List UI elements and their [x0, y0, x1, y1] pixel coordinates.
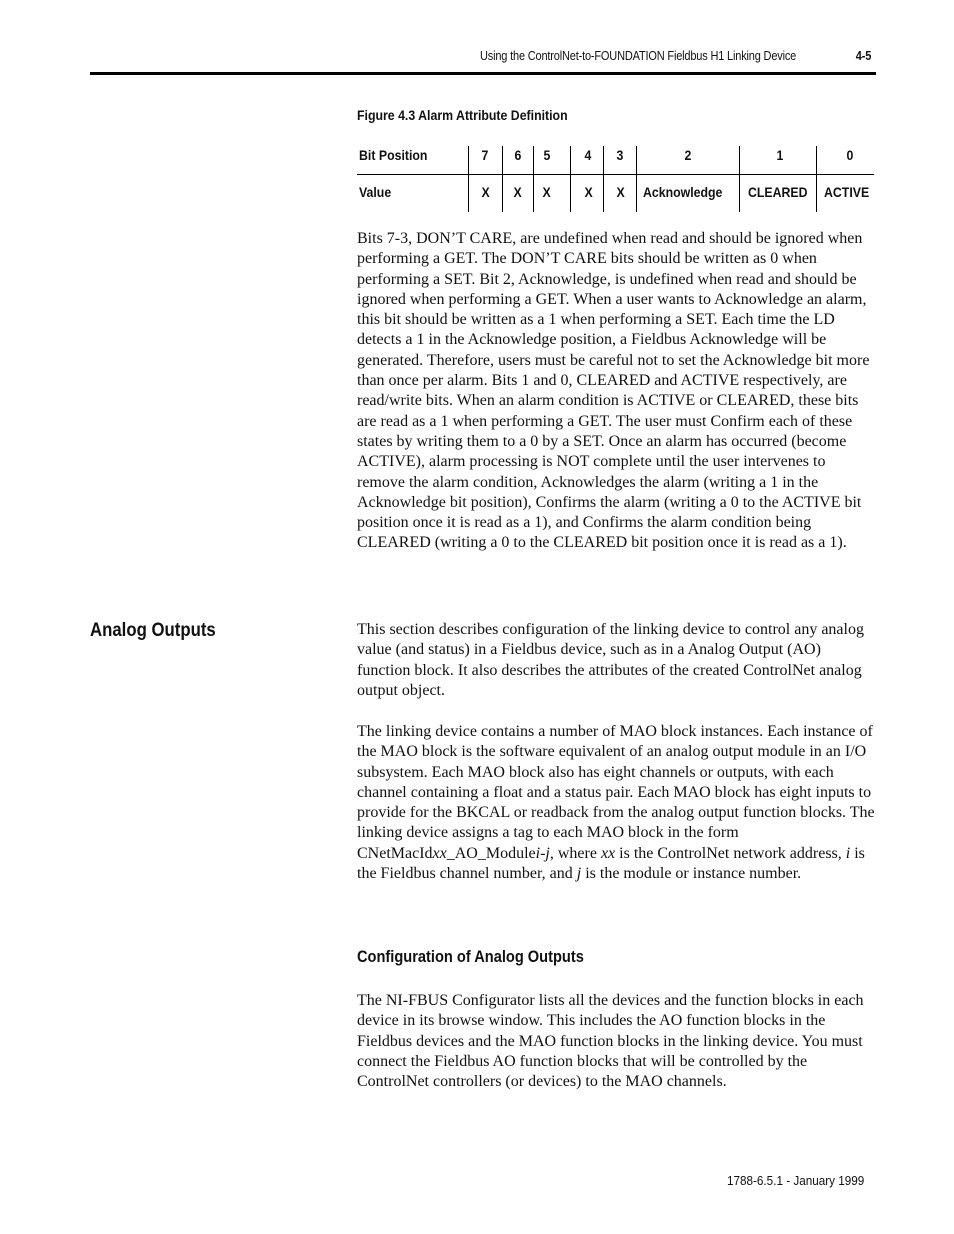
subsection-heading-configuration: Configuration of Analog Outputs [357, 947, 584, 966]
bit-position-cell: 0 [846, 147, 854, 163]
table-column-rule [739, 146, 740, 212]
figure-caption: Figure 4.3 Alarm Attribute Definition [357, 107, 568, 123]
row-label-bit-position: Bit Position [359, 147, 428, 163]
value-cell: X [584, 184, 593, 200]
text-run: The linking device contains a number of … [357, 723, 875, 862]
text-run-italic: i-j [535, 844, 550, 862]
configuration-paragraph: The NI-FBUS Configurator lists all the d… [357, 992, 864, 1091]
publication-footer: 1788-6.5.1 - January 1999 [727, 1173, 865, 1188]
value-cell: X [542, 184, 551, 200]
text-run: , where [549, 844, 601, 862]
bit-position-cell: 3 [616, 147, 624, 163]
row-label-value: Value [359, 184, 392, 200]
text-run: _AO_Module [446, 844, 536, 862]
analog-outputs-intro-paragraph: This section describes configuration of … [357, 621, 864, 699]
bit-position-cell: 7 [481, 147, 489, 163]
value-cell: X [616, 184, 625, 200]
value-cell: X [481, 184, 490, 200]
header-title: Using the ControlNet-to-FOUNDATION Field… [480, 49, 797, 63]
table-column-rule [502, 146, 503, 212]
bit-position-cell: 5 [543, 147, 551, 163]
alarm-bits-paragraph: Bits 7-3, DON’T CARE, are undefined when… [357, 230, 870, 552]
table-column-rule [533, 146, 534, 212]
text-run: is the module or instance number. [581, 865, 802, 883]
value-cell: CLEARED [748, 184, 808, 200]
value-cell: Acknowledge [643, 184, 723, 200]
alarm-attribute-table: Bit Position 7 6 5 4 3 2 1 0 Value X X X… [357, 138, 874, 212]
table-column-rule [468, 146, 469, 212]
bit-position-cell: 6 [514, 147, 522, 163]
text-run-italic: xx [432, 844, 447, 862]
bit-position-cell: 1 [776, 147, 784, 163]
text-run: is the ControlNet network address, [615, 844, 846, 862]
table-divider [357, 174, 874, 175]
section-heading-analog-outputs: Analog Outputs [90, 619, 216, 641]
value-cell: X [513, 184, 522, 200]
text-run-italic: xx [600, 844, 616, 862]
table-column-rule [603, 146, 604, 212]
page-number: 4-5 [855, 49, 872, 63]
table-column-rule [636, 146, 637, 212]
mao-block-paragraph: The linking device contains a number of … [357, 722, 877, 884]
bit-position-cell: 2 [684, 147, 692, 163]
value-cell: ACTIVE [824, 184, 870, 200]
header-rule [90, 72, 876, 75]
table-column-rule [570, 146, 571, 212]
bit-position-cell: 4 [584, 147, 592, 163]
table-column-rule [816, 146, 817, 212]
